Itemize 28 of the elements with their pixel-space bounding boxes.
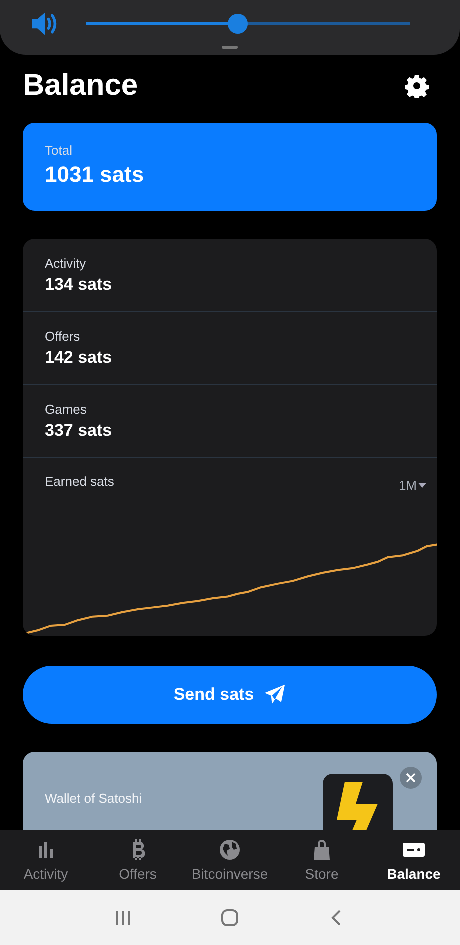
category-amount: 142 sats [45,348,114,368]
tab[interactable]: Store [276,830,368,890]
home-icon[interactable] [220,908,239,926]
tab[interactable]: Activity [0,830,92,890]
total-amount: 1031 sats [45,162,146,188]
settings-icon[interactable] [405,74,429,98]
send-button[interactable]: Send sats [23,666,437,724]
close-button[interactable] [400,767,422,789]
globe-icon [218,838,242,862]
caret-icon [418,483,427,488]
category-label: Activity [45,256,88,271]
chart-title: Earned sats [45,474,114,491]
category-label: Games [45,402,88,417]
close-icon [406,773,416,783]
drag-handle[interactable] [222,46,238,49]
paper-plane-icon [264,684,286,706]
tab[interactable]: Offers [92,830,184,890]
category-label: Offers [45,329,82,344]
brand-name: Wallet of Satoshi [45,791,142,806]
tab[interactable]: Balance [368,830,460,890]
volume-thumb[interactable] [228,14,248,34]
total-label: Total [45,143,74,158]
category-amount: 337 sats [45,421,114,441]
tab[interactable]: Bitcoinverse [184,830,276,890]
category-amount: 134 sats [45,275,114,295]
recent-apps-icon[interactable] [114,908,132,926]
page-title: Balance [23,69,138,103]
period-dropdown[interactable]: 1M [398,478,427,493]
